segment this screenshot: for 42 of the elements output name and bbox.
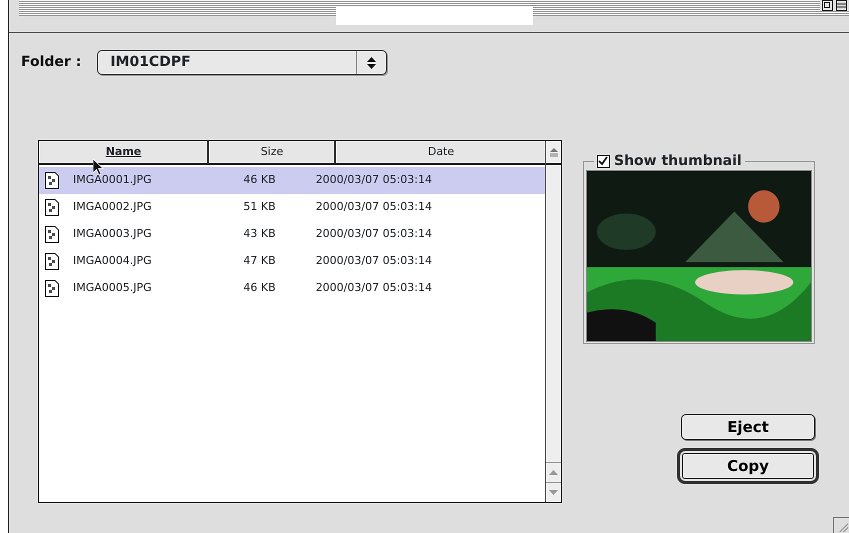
file-date: 2000/03/07 05:03:14 [316, 226, 432, 242]
file-date: 2000/03/07 05:03:14 [316, 280, 432, 296]
file-name: IMGA0005.JPG [73, 280, 152, 296]
folder-label: Folder : [21, 53, 82, 72]
action-button[interactable]: Eject [681, 414, 815, 440]
file-size: 46 KB [242, 280, 276, 296]
image-file-icon [45, 280, 59, 297]
scroll-up-icon[interactable] [549, 470, 558, 475]
file-row[interactable]: IMGA0003.JPG 43 KB 2000/03/07 05:03:14 [39, 221, 545, 248]
file-date: 2000/03/07 05:03:14 [316, 199, 432, 216]
column-header[interactable]: Name [106, 144, 142, 160]
file-size: 47 KB [242, 253, 276, 270]
windowshade-icon[interactable] [836, 0, 847, 11]
checkbox-label[interactable]: Show thumbnail [614, 152, 742, 170]
image-file-icon [45, 226, 59, 243]
file-row[interactable]: IMGA0005.JPG 46 KB 2000/03/07 05:03:14 [39, 275, 545, 302]
file-size: 46 KB [242, 172, 276, 188]
image-file-icon [45, 199, 59, 216]
column-header[interactable]: Size [260, 144, 284, 160]
file-size: 51 KB [242, 199, 276, 216]
file-name: IMGA0003.JPG [73, 226, 152, 242]
collapse-icon[interactable] [822, 0, 833, 11]
file-size: 43 KB [242, 226, 276, 242]
image-file-icon [45, 253, 59, 270]
file-name: IMGA0004.JPG [73, 253, 152, 270]
file-row[interactable]: IMGA0001.JPG 46 KB 2000/03/07 05:03:14 [39, 167, 545, 194]
show-thumbnail-checkbox[interactable] [597, 154, 610, 168]
folder-dropdown[interactable]: IM01CDPF [97, 50, 388, 75]
updown-arrows-icon [367, 56, 376, 68]
image-file-icon [45, 172, 59, 189]
file-date: 2000/03/07 05:03:14 [316, 253, 432, 270]
file-row[interactable]: IMGA0002.JPG 51 KB 2000/03/07 05:03:14 [39, 194, 545, 221]
file-name: IMGA0001.JPG [73, 172, 152, 188]
file-name: IMGA0002.JPG [73, 199, 152, 216]
scroll-down-icon[interactable] [549, 490, 558, 495]
action-button[interactable]: Copy [677, 448, 819, 484]
file-date: 2000/03/07 05:03:14 [316, 172, 432, 188]
column-header[interactable]: Date [428, 144, 454, 160]
file-row[interactable]: IMGA0004.JPG 47 KB 2000/03/07 05:03:14 [39, 248, 545, 275]
cursor-icon [93, 159, 104, 176]
resize-grip-icon[interactable] [833, 517, 849, 533]
sort-order-icon[interactable] [550, 148, 558, 156]
